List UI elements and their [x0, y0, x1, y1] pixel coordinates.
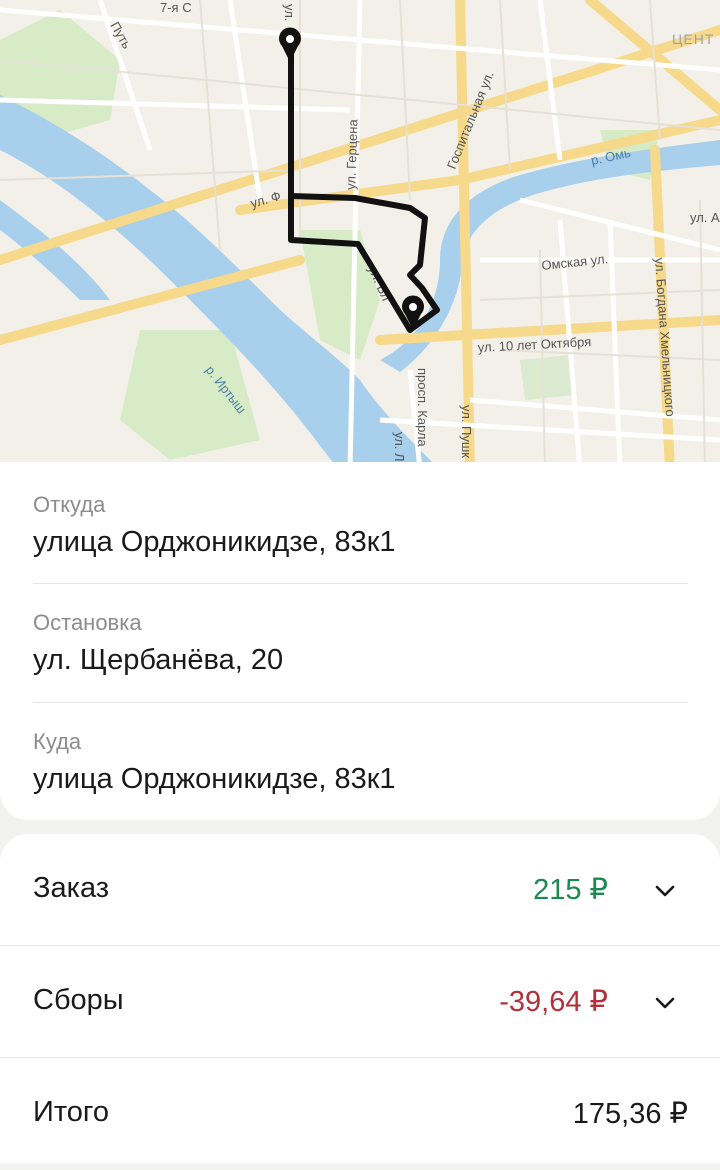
map-label-ul-l: ул. Л: [392, 432, 407, 462]
divider: [33, 702, 688, 703]
divider: [33, 583, 688, 584]
map-label-seventh: 7-я С: [160, 0, 192, 15]
map-label-ul-a: ул. А: [690, 210, 720, 225]
from-value: улица Орджоникидзе, 83к1: [33, 526, 396, 558]
stop-label: Остановка: [33, 610, 142, 635]
chevron-down-icon[interactable]: [652, 990, 678, 1016]
to-address: Куда улица Орджоникидзе, 83к1: [33, 729, 688, 797]
fees-amount: -39,64 ₽: [499, 986, 608, 1018]
stop-value: ул. Щербанёва, 20: [33, 644, 284, 676]
from-label: Откуда: [33, 492, 106, 517]
price-card: Заказ 215 ₽ Сборы -39,64 ₽ Итого 175,36 …: [0, 834, 720, 1163]
to-label: Куда: [33, 729, 82, 754]
map-label-center: ЦЕНТ: [672, 31, 714, 47]
order-label: Заказ: [33, 872, 110, 904]
map-label-herzen: ул. Герцена: [343, 118, 360, 190]
order-amount: 215 ₽: [533, 874, 608, 906]
from-address: Откуда улица Орджоникидзе, 83к1: [33, 492, 688, 560]
total-label: Итого: [33, 1096, 109, 1128]
total-amount: 175,36 ₽: [572, 1098, 688, 1130]
fees-row[interactable]: Сборы -39,64 ₽: [0, 946, 720, 1058]
map-label-karl-marx: просп. Карла: [415, 368, 430, 447]
total-row: Итого 175,36 ₽: [0, 1058, 720, 1170]
map-label-ul-top: ул.: [282, 4, 297, 21]
chevron-down-icon[interactable]: [652, 878, 678, 904]
route-card: Откуда улица Орджоникидзе, 83к1 Остановк…: [0, 462, 720, 820]
fees-label: Сборы: [33, 984, 124, 1016]
map-label-pushkin: ул. Пушк: [459, 405, 474, 458]
order-row[interactable]: Заказ 215 ₽: [0, 834, 720, 946]
route-map[interactable]: Путь 7-я С ЦЕНТ Госпитальная ул. ул. Гер…: [0, 0, 720, 470]
stop-address: Остановка ул. Щербанёва, 20: [33, 610, 688, 678]
to-value: улица Орджоникидзе, 83к1: [33, 763, 396, 795]
